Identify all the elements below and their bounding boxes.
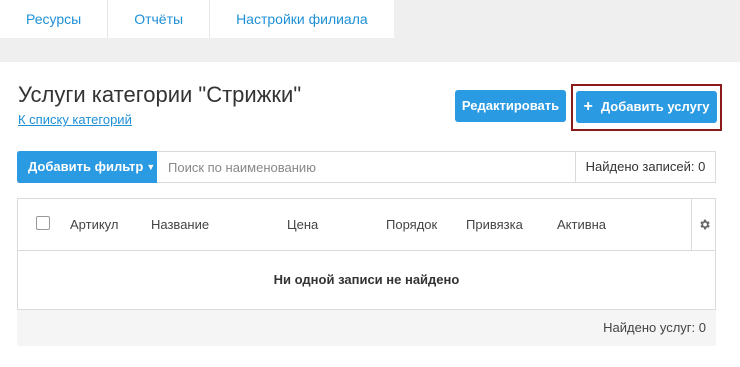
page-title: Услуги категории "Стрижки": [18, 82, 302, 107]
plus-icon: +: [583, 98, 593, 115]
column-order[interactable]: Порядок: [386, 217, 437, 232]
table-header: Артикул Название Цена Порядок Привязка А…: [18, 199, 715, 251]
gear-icon: [700, 219, 710, 230]
search-input[interactable]: [157, 152, 575, 182]
empty-table-message: Ни одной записи не найдено: [273, 272, 460, 287]
column-article[interactable]: Артикул: [70, 217, 118, 232]
column-binding[interactable]: Привязка: [466, 217, 523, 232]
filter-bar: Добавить фильтр▼ Найдено записей: 0: [17, 151, 716, 183]
add-service-button[interactable]: + Добавить услугу: [576, 91, 717, 123]
caret-down-icon: ▼: [146, 162, 156, 172]
table-settings-button[interactable]: [691, 199, 715, 251]
tab-bar: Ресурсы Отчёты Настройки филиала: [0, 0, 394, 38]
found-records-count: Найдено записей: 0: [575, 152, 715, 182]
add-service-highlight: + Добавить услугу: [571, 84, 722, 131]
column-price[interactable]: Цена: [287, 217, 318, 232]
table-footer: Найдено услуг: 0: [17, 310, 716, 346]
add-filter-label: Добавить фильтр: [28, 159, 144, 174]
select-all-checkbox[interactable]: [36, 216, 50, 230]
services-table: Артикул Название Цена Порядок Привязка А…: [17, 198, 716, 310]
column-name[interactable]: Название: [151, 217, 209, 232]
found-services-count: Найдено услуг: 0: [603, 320, 706, 335]
tab-resources[interactable]: Ресурсы: [0, 0, 109, 38]
add-filter-button[interactable]: Добавить фильтр ▼: [17, 151, 157, 183]
tab-branch-settings[interactable]: Настройки филиала: [210, 0, 394, 38]
column-active[interactable]: Активна: [557, 217, 606, 232]
tab-reports[interactable]: Отчёты: [108, 0, 211, 38]
edit-button[interactable]: Редактировать: [455, 90, 566, 122]
back-to-categories-link[interactable]: К списку категорий: [18, 112, 132, 127]
top-bar: Ресурсы Отчёты Настройки филиала: [0, 0, 740, 62]
add-service-label: Добавить услугу: [600, 99, 710, 114]
